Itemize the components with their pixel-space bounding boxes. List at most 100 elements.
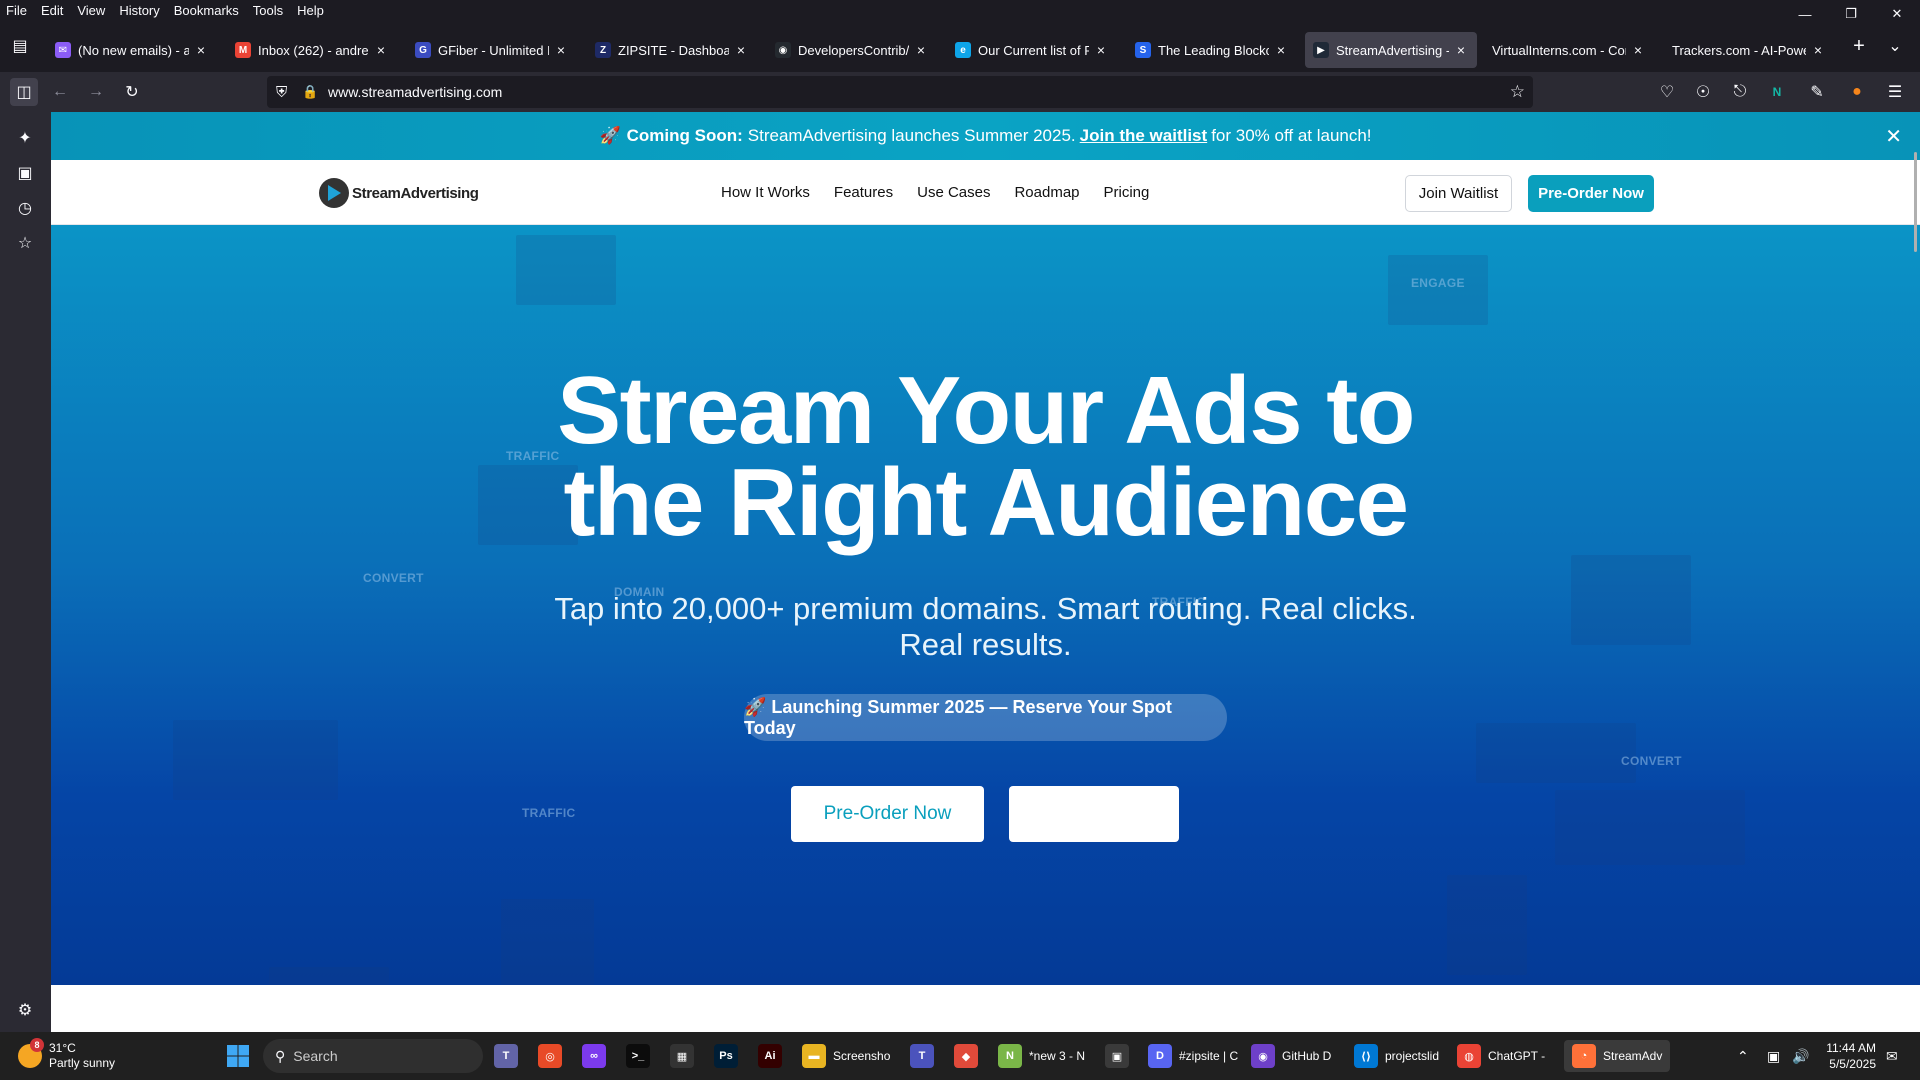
menu-bookmarks[interactable]: Bookmarks bbox=[167, 3, 246, 18]
tab-close-icon[interactable]: × bbox=[1273, 42, 1289, 58]
close-window-icon[interactable]: ✕ bbox=[1874, 0, 1920, 28]
nav-use-cases[interactable]: Use Cases bbox=[917, 184, 990, 201]
taskbar-app[interactable]: ▣ bbox=[1105, 1040, 1129, 1072]
tab[interactable]: Trackers.com - AI-Powered× bbox=[1664, 32, 1834, 68]
taskbar-app[interactable]: ◎ bbox=[538, 1040, 562, 1072]
lock-icon[interactable]: 🔒 bbox=[302, 84, 318, 100]
taskbar-app[interactable]: ◍ ChatGPT - bbox=[1457, 1040, 1545, 1072]
address-bar[interactable]: ⛨ 🔒 www.streamadvertising.com ☆ bbox=[267, 76, 1533, 108]
page-scrollbar[interactable] bbox=[1914, 152, 1917, 252]
taskbar-app[interactable]: Ai bbox=[758, 1040, 782, 1072]
tab[interactable]: ✉ (No new emails) - andr× bbox=[47, 32, 217, 68]
bookmark-star-icon[interactable]: ☆ bbox=[1510, 82, 1525, 102]
nav-roadmap[interactable]: Roadmap bbox=[1014, 184, 1079, 201]
url-text[interactable]: www.streamadvertising.com bbox=[328, 84, 502, 100]
account-icon[interactable]: ☉ bbox=[1689, 78, 1717, 106]
tab-close-icon[interactable]: × bbox=[1630, 42, 1646, 58]
taskbar-app[interactable]: T bbox=[910, 1040, 934, 1072]
tab-close-icon[interactable]: × bbox=[1453, 42, 1469, 58]
pen-icon[interactable]: ✎ bbox=[1803, 78, 1831, 106]
taskbar-app[interactable]: T bbox=[494, 1040, 518, 1072]
synced-tabs-icon[interactable]: ▣ bbox=[12, 160, 38, 186]
tab[interactable]: G GFiber - Unlimited Fibe× bbox=[407, 32, 577, 68]
taskbar-app[interactable]: ∞ bbox=[582, 1040, 606, 1072]
taskbar-app[interactable]: >_ bbox=[626, 1040, 650, 1072]
tab[interactable]: M Inbox (262) - andrebon× bbox=[227, 32, 397, 68]
weather-widget[interactable]: 8 31°C Partly sunny bbox=[18, 1038, 115, 1072]
tab[interactable]: VirtualInterns.com - Conne× bbox=[1484, 32, 1654, 68]
sidebar-toggle-icon[interactable]: ◫ bbox=[10, 78, 38, 106]
tab-active[interactable]: ▶ StreamAdvertising - Ac× bbox=[1305, 32, 1477, 68]
tab-close-icon[interactable]: × bbox=[373, 42, 389, 58]
shield-icon[interactable]: ⛨ bbox=[276, 84, 287, 101]
menu-tools[interactable]: Tools bbox=[246, 3, 290, 18]
network-icon[interactable]: ▣ bbox=[1767, 1040, 1780, 1072]
search-icon: ⚲ bbox=[275, 1047, 286, 1064]
system-clock[interactable]: 11:44 AM 5/5/2025 bbox=[1826, 1040, 1876, 1072]
tab[interactable]: S The Leading Blockchair× bbox=[1127, 32, 1297, 68]
hero-secondary-button[interactable] bbox=[1009, 786, 1179, 842]
nav-how-it-works[interactable]: How It Works bbox=[721, 184, 810, 201]
menu-view[interactable]: View bbox=[70, 3, 112, 18]
extension-n-icon[interactable]: N bbox=[1763, 78, 1791, 106]
show-hidden-icons[interactable]: ⌃ bbox=[1737, 1040, 1749, 1072]
tab-close-icon[interactable]: × bbox=[553, 42, 569, 58]
tab-favicon-icon: ▶ bbox=[1313, 42, 1329, 58]
start-button[interactable] bbox=[226, 1040, 250, 1072]
taskbar-app[interactable]: ◔ StreamAdv bbox=[1564, 1040, 1671, 1072]
tab[interactable]: ◉ DevelopersContrib/gve× bbox=[767, 32, 937, 68]
menu-file[interactable]: File bbox=[0, 3, 34, 18]
nav-features[interactable]: Features bbox=[834, 184, 893, 201]
tab[interactable]: Z ZIPSITE - Dashboard× bbox=[587, 32, 757, 68]
forward-icon[interactable]: → bbox=[82, 78, 110, 106]
restore-icon[interactable]: ❐ bbox=[1828, 0, 1874, 28]
tab-close-icon[interactable]: × bbox=[193, 42, 209, 58]
extensions-icon[interactable]: ⎋ bbox=[1726, 78, 1754, 106]
menu-edit[interactable]: Edit bbox=[34, 3, 70, 18]
app-menu-icon[interactable]: ☰ bbox=[1881, 78, 1909, 106]
taskbar-search[interactable]: ⚲ Search bbox=[263, 1039, 483, 1073]
taskbar-app[interactable]: ◆ bbox=[954, 1040, 978, 1072]
tab-close-icon[interactable]: × bbox=[1093, 42, 1109, 58]
tab-close-icon[interactable]: × bbox=[1810, 42, 1826, 58]
taskbar-app[interactable]: ⟨⟩ projectslid bbox=[1354, 1040, 1439, 1072]
site-nav: How It Works Features Use Cases Roadmap … bbox=[721, 160, 1173, 225]
taskbar-app[interactable]: D #zipsite | C bbox=[1148, 1040, 1238, 1072]
header-preorder-button[interactable]: Pre-Order Now bbox=[1528, 175, 1654, 212]
taskbar-app[interactable]: ▬ Screensho bbox=[802, 1040, 890, 1072]
customize-sidebar-icon[interactable]: ⚙ bbox=[12, 997, 38, 1023]
site-logo[interactable]: StreamAdvertising bbox=[319, 178, 479, 208]
taskbar-app[interactable]: Ps bbox=[714, 1040, 738, 1072]
pocket-icon[interactable]: ♡ bbox=[1653, 78, 1681, 106]
minimize-icon[interactable]: — bbox=[1782, 0, 1828, 28]
taskbar-app-icon: Ps bbox=[714, 1044, 738, 1068]
list-all-tabs-icon[interactable]: ⌄ bbox=[1881, 32, 1909, 60]
notifications-icon[interactable]: ✉ bbox=[1886, 1040, 1898, 1072]
history-icon[interactable]: ◷ bbox=[12, 195, 38, 221]
hero-subtitle-line1: Tap into 20,000+ premium domains. Smart … bbox=[554, 591, 1417, 626]
tab-close-icon[interactable]: × bbox=[733, 42, 749, 58]
tab-close-icon[interactable]: × bbox=[913, 42, 929, 58]
taskbar-app-icon: D bbox=[1148, 1044, 1172, 1068]
back-icon[interactable]: ← bbox=[46, 78, 74, 106]
tab-title: Our Current list of Proj bbox=[978, 42, 1089, 58]
banner-close-icon[interactable]: ✕ bbox=[1885, 124, 1902, 149]
menu-help[interactable]: Help bbox=[290, 3, 331, 18]
taskbar-app[interactable]: ▦ bbox=[670, 1040, 694, 1072]
nav-pricing[interactable]: Pricing bbox=[1104, 184, 1150, 201]
hero-preorder-button[interactable]: Pre-Order Now bbox=[791, 786, 984, 842]
volume-icon[interactable]: 🔊 bbox=[1792, 1040, 1809, 1072]
firefox-view-icon[interactable]: ▤ bbox=[6, 32, 34, 60]
tab[interactable]: e Our Current list of Proj× bbox=[947, 32, 1117, 68]
new-tab-icon[interactable]: + bbox=[1845, 32, 1873, 60]
launch-pill: 🚀 Launching Summer 2025 — Reserve Your S… bbox=[744, 694, 1227, 741]
waitlist-link[interactable]: Join the waitlist bbox=[1080, 126, 1208, 146]
taskbar-app[interactable]: N *new 3 - N bbox=[998, 1040, 1085, 1072]
ai-chatbot-icon[interactable]: ✦ bbox=[12, 125, 38, 151]
menu-history[interactable]: History bbox=[112, 3, 166, 18]
join-waitlist-button[interactable]: Join Waitlist bbox=[1405, 175, 1512, 212]
taskbar-app[interactable]: ◉ GitHub D bbox=[1251, 1040, 1331, 1072]
metamask-icon[interactable]: ● bbox=[1843, 78, 1871, 106]
bookmarks-icon[interactable]: ☆ bbox=[12, 230, 38, 256]
reload-icon[interactable]: ↻ bbox=[118, 78, 146, 106]
